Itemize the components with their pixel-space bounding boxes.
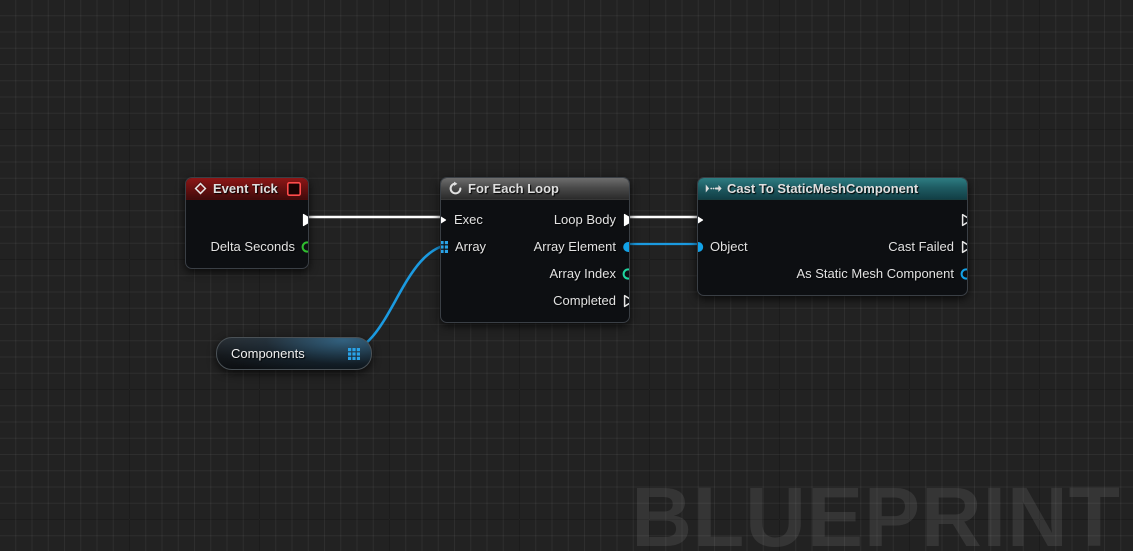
node-header-for-each-loop[interactable]: For Each Loop xyxy=(441,178,629,200)
array-grid-icon-pin-components[interactable] xyxy=(347,347,361,361)
node-components-variable[interactable]: Components xyxy=(216,337,372,370)
pin-label-delta-seconds: Delta Seconds xyxy=(210,239,295,254)
node-event-tick[interactable]: Event Tick Delta Seconds xyxy=(185,177,309,269)
blueprint-graph-canvas[interactable]: BLUEPRINT Event Tick Delta Seconds For E… xyxy=(0,0,1133,551)
exec-out-filled-pin[interactable] xyxy=(301,213,308,227)
array-grid-icon-pin-in[interactable] xyxy=(441,240,449,254)
pin-label-exec-in: Exec xyxy=(454,212,483,227)
node-title-for-each-loop: For Each Loop xyxy=(468,181,559,196)
pin-row-delta-seconds[interactable]: Delta Seconds xyxy=(186,233,308,260)
cast-arrow-icon xyxy=(705,184,722,193)
node-body-cast: Object Cast Failed As Static Mesh Compon… xyxy=(698,200,967,295)
data-circle-filled-pin-array-element[interactable] xyxy=(622,240,629,254)
exec-out-filled-pin-loop-body[interactable] xyxy=(622,213,629,227)
pin-label-completed: Completed xyxy=(553,293,616,308)
pin-row-exec-out[interactable] xyxy=(186,206,308,233)
exec-out-hollow-pin-cast-failed[interactable] xyxy=(960,240,967,254)
pin-label-cast-failed: Cast Failed xyxy=(888,239,954,254)
exec-in-filled-pin[interactable] xyxy=(441,213,448,227)
pin-row-cast-exec[interactable] xyxy=(698,206,967,233)
pin-row-array-arrayelement[interactable]: Array Array Element xyxy=(441,233,629,260)
pin-label-array-index: Array Index xyxy=(549,266,616,281)
node-body-event-tick: Delta Seconds xyxy=(186,200,308,268)
data-circle-hollow-pin-integer[interactable] xyxy=(622,267,629,281)
pin-label-as-static-mesh-component: As Static Mesh Component xyxy=(796,266,954,281)
node-header-event-tick[interactable]: Event Tick xyxy=(186,178,308,200)
pin-row-completed[interactable]: Completed xyxy=(441,287,629,314)
pin-label-loop-body: Loop Body xyxy=(553,212,616,227)
pin-label-object: Object xyxy=(710,239,748,254)
variable-label-components: Components xyxy=(231,346,305,361)
node-for-each-loop[interactable]: For Each Loop Exec Loop Body Array Array… xyxy=(440,177,630,323)
exec-out-hollow-pin-completed[interactable] xyxy=(622,294,629,308)
node-cast-to-static-mesh-component[interactable]: Cast To StaticMeshComponent Object Cast … xyxy=(697,177,968,296)
event-diamond-icon xyxy=(193,181,208,196)
node-header-cast[interactable]: Cast To StaticMeshComponent xyxy=(698,178,967,200)
node-body-for-each-loop: Exec Loop Body Array Array Element Array… xyxy=(441,200,629,322)
node-title-cast: Cast To StaticMeshComponent xyxy=(727,181,919,196)
exec-in-filled-pin-cast[interactable] xyxy=(698,213,705,227)
breakpoint-stop-icon[interactable] xyxy=(287,181,301,196)
pin-label-array-element: Array Element xyxy=(533,239,616,254)
pin-row-object-castfailed[interactable]: Object Cast Failed xyxy=(698,233,967,260)
exec-out-hollow-pin-cast[interactable] xyxy=(960,213,967,227)
pin-label-array: Array xyxy=(455,239,487,254)
data-circle-hollow-pin-float[interactable] xyxy=(301,240,308,254)
pin-row-array-index[interactable]: Array Index xyxy=(441,260,629,287)
node-title-event-tick: Event Tick xyxy=(213,181,278,196)
pin-row-exec-loopbody[interactable]: Exec Loop Body xyxy=(441,206,629,233)
blueprint-watermark: BLUEPRINT xyxy=(631,470,1121,551)
pin-row-as-static-mesh-component[interactable]: As Static Mesh Component xyxy=(698,260,967,287)
loop-refresh-icon xyxy=(449,181,462,195)
data-circle-hollow-pin-object-out[interactable] xyxy=(960,267,967,281)
data-circle-filled-pin-object[interactable] xyxy=(698,240,704,254)
